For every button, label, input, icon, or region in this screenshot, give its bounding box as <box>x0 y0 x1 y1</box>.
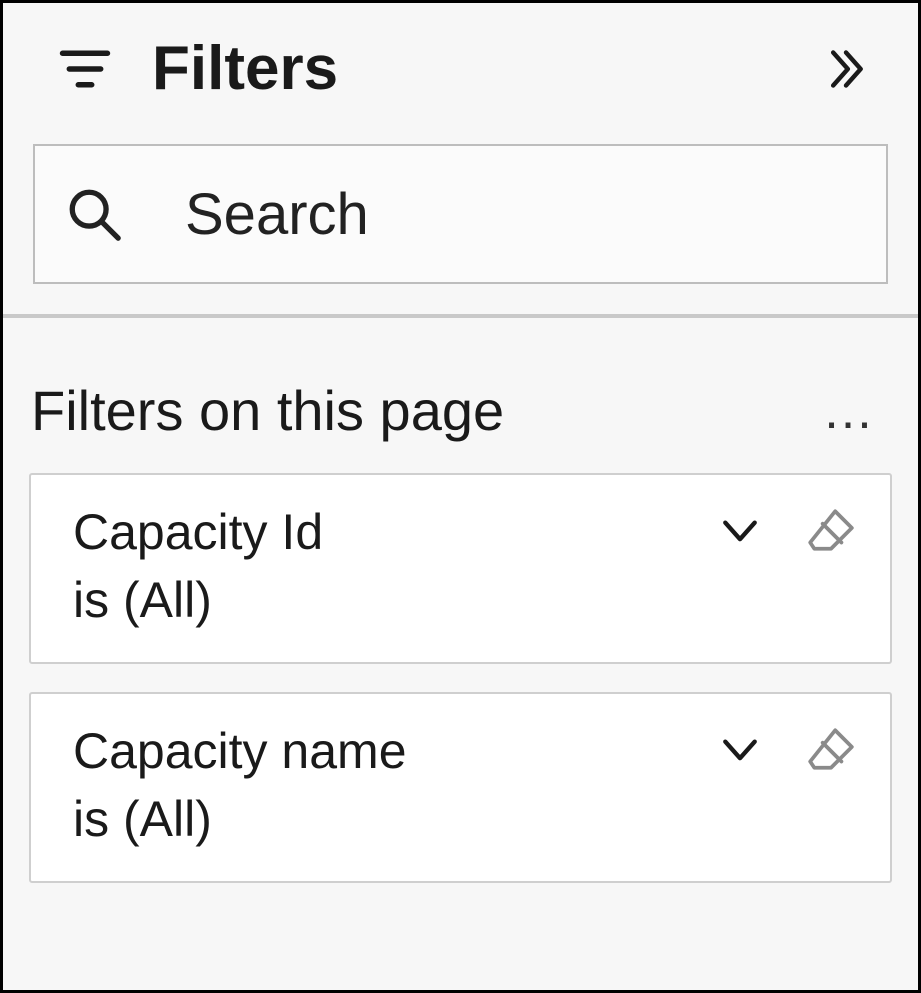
filter-name: Capacity Id <box>73 499 718 567</box>
search-container <box>3 124 918 314</box>
filter-card[interactable]: Capacity Id is (All) <box>29 473 892 664</box>
filter-status: is (All) <box>73 786 718 854</box>
section-more-button[interactable]: … <box>816 385 884 437</box>
filters-on-page-section: Filters on this page … Capacity Id is (A… <box>3 318 918 911</box>
search-input[interactable] <box>183 180 856 249</box>
expand-filter-button[interactable] <box>718 727 762 771</box>
panel-header: Filters <box>3 3 918 124</box>
panel-title: Filters <box>152 33 814 104</box>
search-icon <box>65 185 123 243</box>
section-title: Filters on this page <box>31 378 504 443</box>
clear-filter-button[interactable] <box>806 724 856 774</box>
clear-filter-button[interactable] <box>806 505 856 555</box>
expand-filter-button[interactable] <box>718 508 762 552</box>
filter-card-actions <box>718 718 856 774</box>
collapse-panel-button[interactable] <box>814 37 878 101</box>
filter-card-text: Capacity name is (All) <box>73 718 718 853</box>
filters-panel: Filters Filters on this page … <box>0 0 921 993</box>
section-header: Filters on this page … <box>29 378 892 473</box>
filter-card-actions <box>718 499 856 555</box>
search-box[interactable] <box>33 144 888 284</box>
filter-card[interactable]: Capacity name is (All) <box>29 692 892 883</box>
filter-card-text: Capacity Id is (All) <box>73 499 718 634</box>
filter-icon <box>58 42 112 96</box>
filter-status: is (All) <box>73 567 718 635</box>
filter-name: Capacity name <box>73 718 718 786</box>
